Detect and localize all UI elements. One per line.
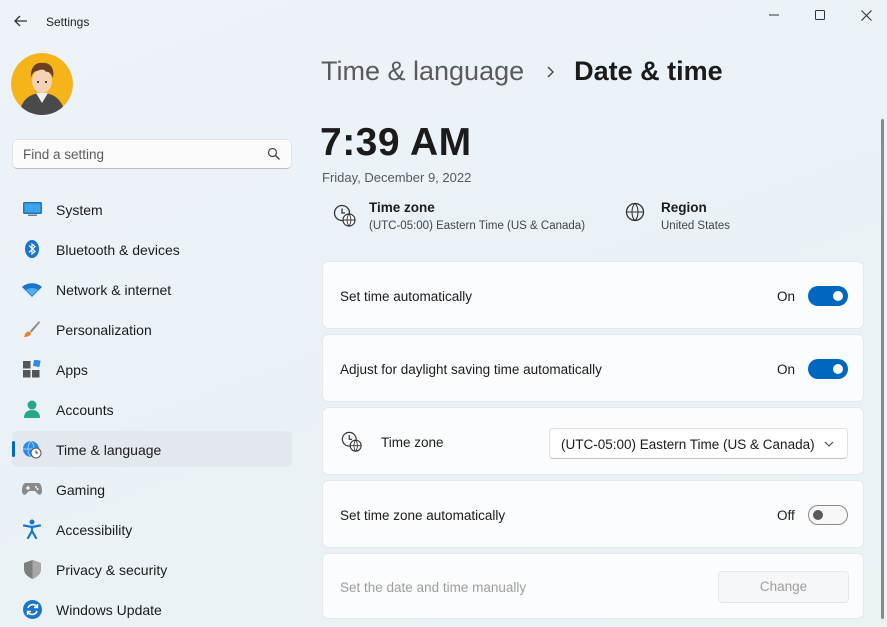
app-title: Settings bbox=[46, 15, 90, 29]
close-icon bbox=[860, 9, 872, 21]
setting-label: Set time automatically bbox=[340, 289, 473, 304]
setting-label: Set time zone automatically bbox=[340, 508, 506, 523]
sidebar-item-personalization[interactable]: Personalization bbox=[12, 311, 292, 347]
sidebar-item-privacy[interactable]: Privacy & security bbox=[12, 551, 292, 587]
minimize-button[interactable] bbox=[752, 2, 796, 28]
set-time-automatically-toggle[interactable] bbox=[808, 286, 848, 306]
dropdown-selected-value: (UTC-05:00) Eastern Time (US & Canada) bbox=[561, 437, 815, 452]
current-time: 7:39 AM bbox=[320, 121, 472, 164]
sidebar-item-network[interactable]: Network & internet bbox=[12, 271, 292, 307]
scrollbar[interactable] bbox=[881, 119, 884, 619]
toggle-state-label: On bbox=[777, 362, 796, 377]
region-title: Region bbox=[661, 200, 707, 215]
sidebar-item-label: Accessibility bbox=[56, 522, 133, 538]
setting-label: Set the date and time manually bbox=[340, 580, 527, 595]
search-box[interactable] bbox=[12, 139, 292, 169]
sidebar-item-label: Privacy & security bbox=[56, 562, 168, 578]
person-icon bbox=[22, 400, 42, 418]
sidebar-item-label: Accounts bbox=[56, 402, 114, 418]
back-arrow-icon bbox=[14, 15, 27, 27]
shield-icon bbox=[22, 559, 42, 579]
gamepad-icon bbox=[22, 480, 42, 498]
maximize-icon bbox=[814, 9, 825, 20]
time-zone-icon bbox=[341, 431, 362, 452]
timezone-value: (UTC-05:00) Eastern Time (US & Canada) bbox=[369, 220, 586, 232]
sidebar-item-gaming[interactable]: Gaming bbox=[12, 471, 292, 507]
update-icon bbox=[22, 599, 42, 619]
sidebar-item-label: Network & internet bbox=[56, 282, 172, 298]
setting-label: Adjust for daylight saving time automati… bbox=[340, 362, 602, 377]
set-time-zone-automatically-card: Set time zone automatically Off bbox=[322, 480, 864, 548]
sidebar-item-label: Gaming bbox=[56, 482, 106, 498]
set-time-zone-automatically-toggle[interactable] bbox=[808, 505, 848, 525]
breadcrumb-parent[interactable]: Time & language bbox=[321, 56, 524, 87]
system-icon bbox=[22, 200, 42, 218]
time-zone-icon bbox=[333, 204, 356, 227]
sidebar-item-label: Time & language bbox=[56, 442, 162, 458]
back-button[interactable] bbox=[10, 10, 32, 32]
daylight-saving-card: Adjust for daylight saving time automati… bbox=[322, 334, 864, 402]
breadcrumb: Time & language Date & time bbox=[321, 56, 723, 87]
timezone-title: Time zone bbox=[369, 200, 435, 215]
apps-icon bbox=[22, 360, 42, 378]
sidebar-item-accessibility[interactable]: Accessibility bbox=[12, 511, 292, 547]
sidebar-item-accounts[interactable]: Accounts bbox=[12, 391, 292, 427]
toggle-state-label: Off bbox=[777, 508, 795, 523]
sidebar-item-apps[interactable]: Apps bbox=[12, 351, 292, 387]
sidebar-item-label: Bluetooth & devices bbox=[56, 242, 180, 258]
sidebar-item-label: System bbox=[56, 202, 103, 218]
setting-label: Time zone bbox=[381, 435, 444, 450]
change-button[interactable]: Change bbox=[718, 571, 849, 603]
accessibility-icon bbox=[22, 519, 42, 539]
page-title: Date & time bbox=[574, 56, 723, 86]
sidebar-item-system[interactable]: System bbox=[12, 191, 292, 227]
sidebar-item-label: Personalization bbox=[56, 322, 152, 338]
paintbrush-icon bbox=[22, 320, 42, 338]
chevron-right-icon bbox=[547, 66, 555, 77]
sidebar-item-bluetooth[interactable]: Bluetooth & devices bbox=[12, 231, 292, 267]
set-date-time-manually-card: Set the date and time manually Change bbox=[322, 553, 864, 619]
sidebar-nav: System Bluetooth & devices Network & int… bbox=[12, 191, 292, 627]
minimize-icon bbox=[768, 14, 779, 16]
region-value: United States bbox=[661, 220, 731, 232]
maximize-button[interactable] bbox=[798, 2, 842, 28]
title-bar: Settings bbox=[0, 0, 887, 40]
set-time-automatically-card: Set time automatically On bbox=[322, 261, 864, 329]
bluetooth-icon bbox=[22, 240, 42, 258]
daylight-saving-toggle[interactable] bbox=[808, 359, 848, 379]
sidebar-item-label: Apps bbox=[56, 362, 88, 378]
globe-icon bbox=[625, 202, 645, 222]
sidebar-item-time-language[interactable]: Time & language bbox=[12, 431, 292, 467]
search-icon[interactable] bbox=[267, 147, 281, 161]
time-zone-dropdown[interactable]: (UTC-05:00) Eastern Time (US & Canada) bbox=[549, 428, 848, 459]
chevron-down-icon bbox=[824, 441, 834, 447]
close-button[interactable] bbox=[844, 2, 887, 28]
time-zone-card: Time zone (UTC-05:00) Eastern Time (US &… bbox=[322, 407, 864, 475]
search-input[interactable] bbox=[13, 140, 253, 168]
avatar-icon bbox=[11, 53, 73, 115]
globe-clock-icon bbox=[22, 440, 42, 459]
current-date: Friday, December 9, 2022 bbox=[322, 170, 472, 185]
wifi-icon bbox=[22, 280, 42, 298]
sidebar-item-windows-update[interactable]: Windows Update bbox=[12, 591, 292, 627]
toggle-state-label: On bbox=[777, 289, 796, 304]
user-avatar[interactable] bbox=[11, 53, 73, 115]
sidebar-item-label: Windows Update bbox=[56, 602, 162, 618]
